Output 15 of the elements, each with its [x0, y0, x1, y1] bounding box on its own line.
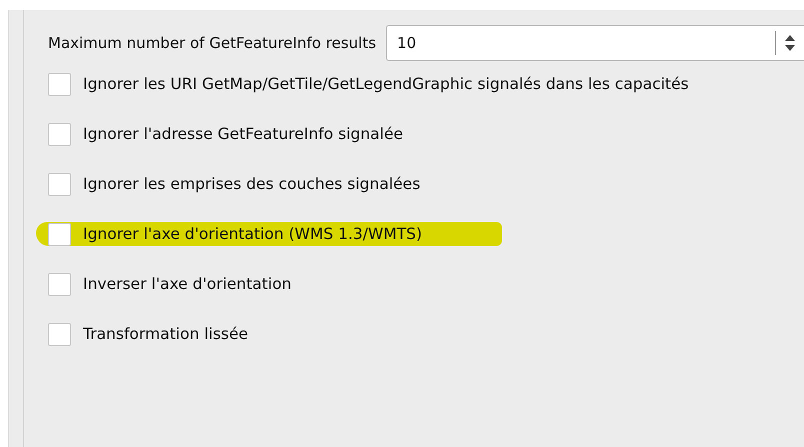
- field-label: Maximum number of GetFeatureInfo results: [48, 34, 376, 52]
- checkbox[interactable]: [48, 222, 71, 246]
- checkbox[interactable]: [48, 72, 71, 96]
- checkbox-label: Ignorer l'axe d'orientation (WMS 1.3/WMTS): [83, 225, 422, 243]
- checkbox[interactable]: [48, 122, 71, 146]
- checkbox-label: Inverser l'axe d'orientation: [83, 275, 292, 293]
- checkbox[interactable]: [48, 322, 71, 346]
- checkbox-label: Ignorer l'adresse GetFeatureInfo signalée: [83, 125, 404, 143]
- number-spinbox[interactable]: 10: [386, 25, 804, 61]
- checkbox-label: Ignorer les URI GetMap/GetTile/GetLegendGraphic signalés dans les capacités: [83, 75, 689, 93]
- spinbox-value: 10: [397, 34, 418, 52]
- checkbox[interactable]: [48, 272, 71, 296]
- checkbox-label: Ignorer les emprises des couches signalées: [83, 175, 420, 193]
- checkbox-label: Transformation lissée: [83, 325, 248, 343]
- checkbox[interactable]: [48, 172, 71, 196]
